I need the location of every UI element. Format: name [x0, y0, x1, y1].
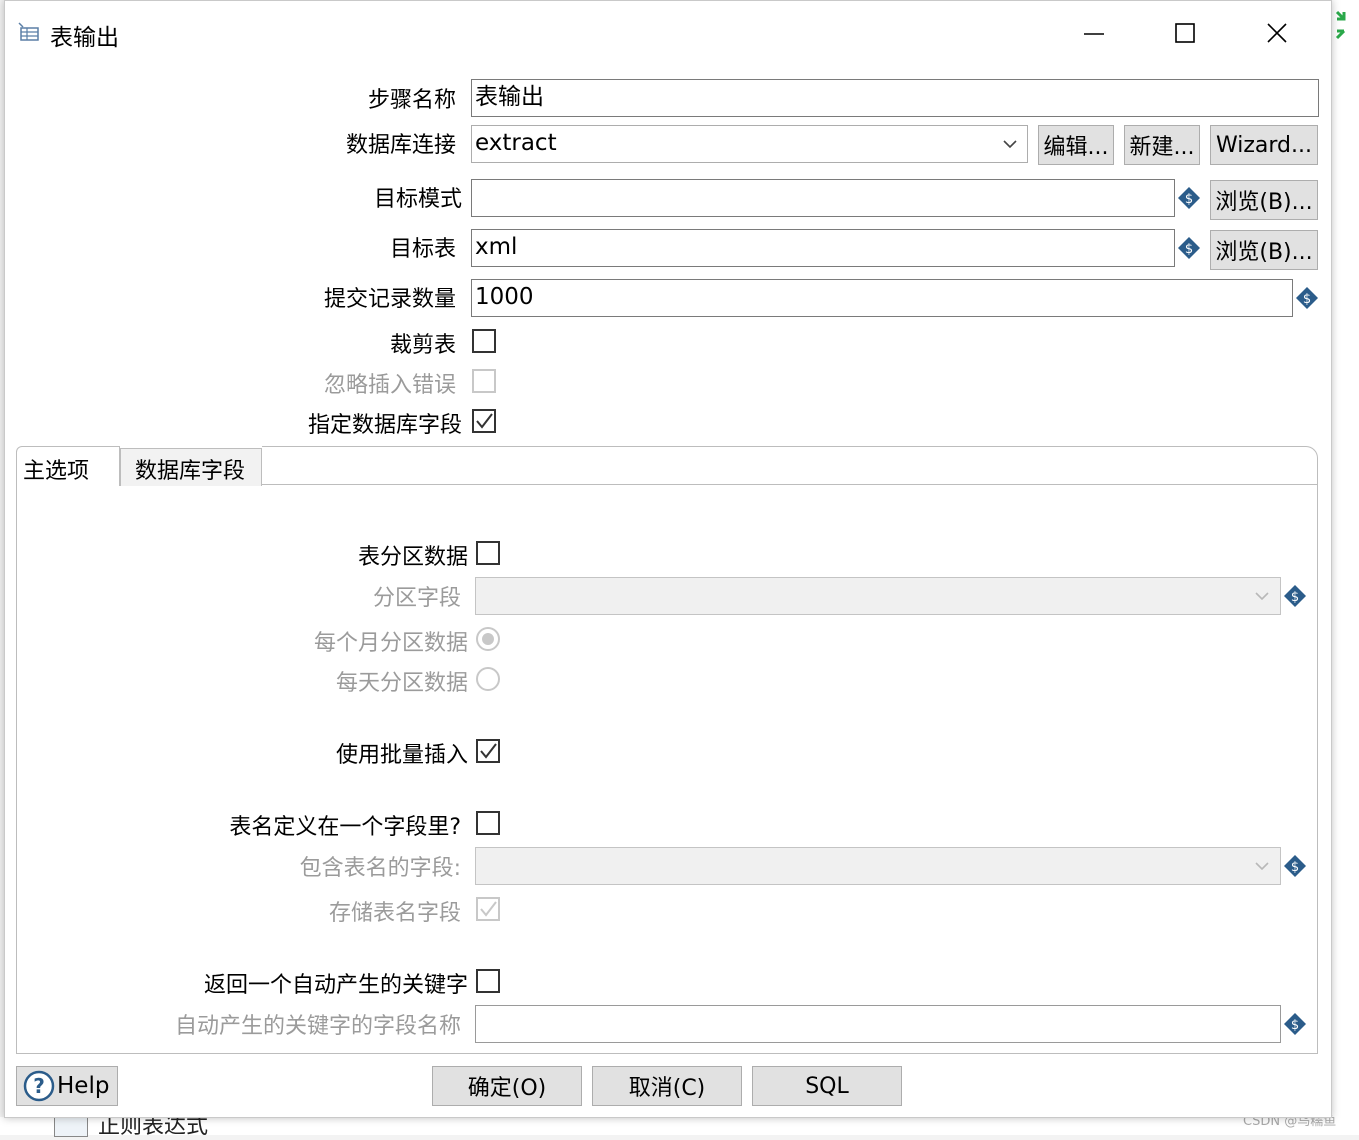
svg-text:$: $ [1291, 860, 1299, 875]
partition-field-label: 分区字段 [372, 586, 461, 611]
window-title: 表输出 [50, 25, 119, 51]
partition-monthly-label: 每个月分区数据 [313, 631, 468, 656]
browse-table-button[interactable]: 浏览(B)... [1210, 230, 1318, 270]
return-auto-key-label: 返回一个自动产生的关键字 [203, 973, 468, 998]
help-icon: ? [23, 1070, 55, 1102]
variable-icon[interactable]: $ [1283, 584, 1307, 608]
tab-main-options[interactable]: 主选项 [16, 446, 120, 486]
auto-key-field-input[interactable] [475, 1005, 1281, 1043]
table-name-in-field-label: 表名定义在一个字段里? [229, 815, 461, 840]
table-name-in-field-checkbox[interactable] [476, 811, 500, 835]
svg-text:$: $ [1303, 292, 1311, 307]
step-name-label: 步骤名称 [367, 88, 456, 113]
svg-text:$: $ [1185, 242, 1193, 257]
specify-db-fields-label: 指定数据库字段 [307, 413, 462, 438]
batch-insert-label: 使用批量插入 [335, 743, 468, 768]
tab-db-fields[interactable]: 数据库字段 [120, 448, 262, 486]
store-table-name-checkbox[interactable] [476, 897, 500, 921]
browse-schema-button[interactable]: 浏览(B)... [1210, 180, 1318, 220]
db-connection-value: extract [475, 130, 557, 156]
variable-icon[interactable]: $ [1295, 286, 1319, 310]
truncate-table-checkbox[interactable] [472, 329, 496, 353]
minimize-icon [1084, 33, 1104, 35]
specify-db-fields-checkbox[interactable] [472, 409, 496, 433]
db-connection-label: 数据库连接 [345, 133, 456, 158]
checkmark-icon [480, 743, 497, 759]
partition-field-select[interactable] [475, 577, 1281, 615]
background-app-edge [1332, 0, 1359, 1135]
variable-icon[interactable]: $ [1283, 854, 1307, 878]
partition-monthly-radio[interactable] [476, 627, 500, 651]
new-connection-button[interactable]: 新建... [1124, 125, 1200, 165]
variable-icon[interactable]: $ [1177, 236, 1201, 260]
ignore-errors-checkbox[interactable] [472, 369, 496, 393]
partition-data-checkbox[interactable] [476, 541, 500, 565]
table-name-field-label: 包含表名的字段: [299, 856, 461, 881]
return-auto-key-checkbox[interactable] [476, 969, 500, 993]
ok-button[interactable]: 确定(O) [432, 1066, 582, 1106]
help-button[interactable]: ? Help [16, 1066, 118, 1106]
tab-strip [262, 446, 1318, 486]
commit-size-input[interactable]: 1000 [471, 279, 1293, 317]
auto-key-field-label: 自动产生的关键字的字段名称 [174, 1014, 461, 1039]
target-table-label: 目标表 [389, 237, 456, 262]
target-schema-label: 目标模式 [373, 187, 462, 212]
partition-daily-radio[interactable] [476, 667, 500, 691]
partition-daily-label: 每天分区数据 [335, 671, 468, 696]
svg-text:?: ? [33, 1074, 45, 1098]
table-output-icon [18, 22, 39, 41]
step-name-input[interactable]: 表输出 [471, 79, 1319, 117]
wizard-button[interactable]: Wizard... [1210, 125, 1318, 165]
checkmark-icon [480, 901, 497, 917]
maximize-icon [1175, 23, 1195, 43]
expand-arrows-icon [1335, 10, 1346, 40]
close-icon [1267, 23, 1287, 43]
tab-db-fields-label: 数据库字段 [135, 459, 246, 484]
table-name-field-select[interactable] [475, 847, 1281, 885]
target-schema-input[interactable] [471, 179, 1175, 217]
db-connection-select[interactable]: extract [471, 125, 1028, 163]
commit-size-label: 提交记录数量 [323, 287, 456, 312]
store-table-name-label: 存储表名字段 [328, 901, 461, 926]
svg-text:$: $ [1291, 1018, 1299, 1033]
variable-icon[interactable]: $ [1177, 186, 1201, 210]
partition-data-label: 表分区数据 [357, 545, 468, 570]
variable-icon[interactable]: $ [1283, 1012, 1307, 1036]
maximize-button[interactable] [1155, 8, 1215, 58]
svg-text:$: $ [1291, 590, 1299, 605]
tab-main-options-label: 主选项 [23, 459, 90, 484]
ignore-errors-label: 忽略插入错误 [323, 373, 456, 398]
chevron-down-icon[interactable] [996, 126, 1024, 162]
edit-connection-button[interactable]: 编辑... [1038, 125, 1114, 165]
truncate-table-label: 裁剪表 [389, 333, 456, 358]
cancel-button[interactable]: 取消(C) [592, 1066, 742, 1106]
svg-text:$: $ [1185, 192, 1193, 207]
help-button-label: Help [57, 1073, 110, 1099]
batch-insert-checkbox[interactable] [476, 739, 500, 763]
minimize-button[interactable] [1064, 8, 1124, 58]
chevron-down-icon[interactable] [1248, 578, 1276, 614]
checkmark-icon [476, 413, 493, 429]
radio-dot [482, 633, 494, 645]
target-table-input[interactable]: xml [471, 229, 1175, 267]
chevron-down-icon[interactable] [1248, 848, 1276, 884]
sql-button[interactable]: SQL [752, 1066, 902, 1106]
close-button[interactable] [1247, 8, 1307, 58]
